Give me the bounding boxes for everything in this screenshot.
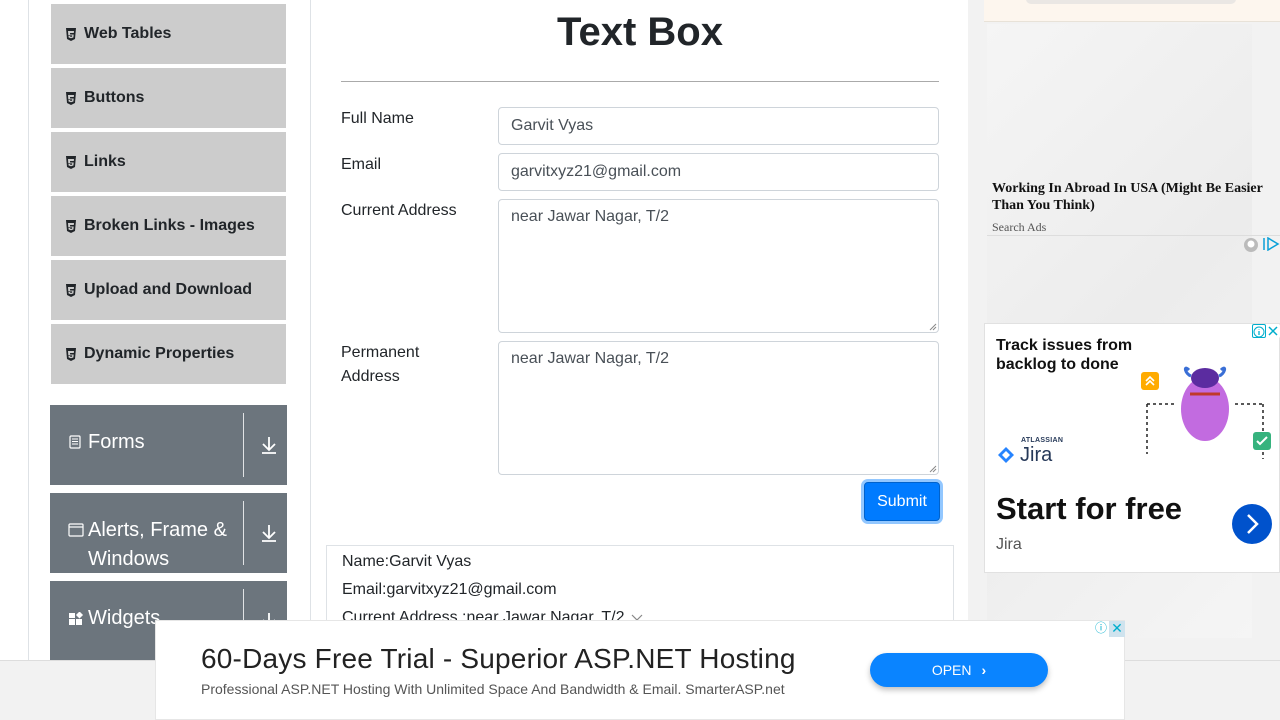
sidebar-item-label: Dynamic Properties: [84, 345, 235, 362]
current-address-textarea[interactable]: near Jawar Nagar, T/2: [498, 199, 939, 333]
chevron-right-icon: ›: [981, 662, 987, 678]
current-address-label: Current Address: [341, 202, 457, 219]
bottom-banner-ad[interactable]: 60-Days Free Trial - Superior ASP.NET Ho…: [155, 620, 1125, 720]
permanent-address-value: near Jawar Nagar, T/2: [511, 350, 670, 367]
ad-info-icon[interactable]: [1252, 324, 1266, 338]
check-icon: [1253, 432, 1271, 450]
sidebar-item-label: Upload and Download: [84, 281, 252, 298]
html5-icon: [66, 283, 76, 297]
full-name-input[interactable]: [498, 107, 939, 145]
permanent-address-label: Permanent Address: [341, 344, 420, 385]
adchoices-icon[interactable]: [1263, 237, 1280, 251]
current-address-value: near Jawar Nagar, T/2: [511, 208, 670, 225]
sidebar-group-label: Alerts, Frame & Windows: [88, 519, 227, 570]
html5-icon: [66, 91, 76, 105]
window-icon: [68, 523, 84, 537]
download-icon[interactable]: [260, 523, 278, 543]
download-icon[interactable]: [260, 435, 278, 455]
ad-info-icon[interactable]: ⓘ: [1093, 621, 1109, 637]
jira-ad-headline: Track issues from backlog to done: [996, 337, 1133, 373]
divider: [243, 413, 244, 477]
jira-go-button[interactable]: [1232, 504, 1272, 544]
ad-close-icon[interactable]: ✕: [1109, 621, 1125, 637]
sidebar-group-forms[interactable]: Forms: [50, 405, 287, 485]
output-name: Name:Garvit Vyas: [342, 553, 472, 570]
divider: [243, 501, 244, 565]
sidebar-item-broken-links[interactable]: Broken Links - Images: [51, 196, 286, 258]
bottom-ad-sub: Professional ASP.NET Hosting With Unlimi…: [201, 681, 785, 697]
resize-handle-icon[interactable]: [928, 464, 937, 473]
jira-brand: Jira: [1020, 444, 1053, 466]
jira-ad[interactable]: Track issues from backlog to done ATLASS…: [984, 323, 1280, 573]
sidebar-group-alerts[interactable]: Alerts, Frame & Windows: [50, 493, 287, 573]
submit-button[interactable]: Submit: [864, 482, 940, 521]
sidebar-item-label: Buttons: [84, 89, 145, 106]
ad-close-icon[interactable]: [1266, 324, 1280, 338]
jira-logo-icon: [998, 447, 1014, 463]
permanent-address-textarea[interactable]: near Jawar Nagar, T/2: [498, 341, 939, 475]
sidebar-item-upload-download[interactable]: Upload and Download: [51, 260, 286, 322]
resize-handle-icon[interactable]: [928, 322, 937, 331]
sidebar-item-links[interactable]: Links: [51, 132, 286, 194]
ad-top-strip: [984, 0, 1280, 22]
full-name-label: Full Name: [341, 110, 414, 127]
widgets-icon: [69, 612, 84, 625]
bug-illustration-icon: [1146, 366, 1264, 459]
side-ad-source[interactable]: Search Ads: [992, 220, 1046, 235]
side-ad-headline[interactable]: Working In Abroad In USA (Might Be Easie…: [992, 180, 1272, 214]
html5-icon: [66, 27, 76, 41]
sidebar-item-label: Web Tables: [84, 25, 172, 42]
output-email: Email:garvitxyz21@gmail.com: [342, 581, 557, 598]
jira-cta: Start for free: [996, 491, 1183, 526]
divider: [341, 81, 939, 82]
html5-icon: [66, 155, 76, 169]
page-title: Text Box: [557, 10, 723, 54]
sidebar-item-label: Links: [84, 153, 126, 170]
sidebar-item-label: Broken Links - Images: [84, 217, 255, 234]
left-panel: Web Tables Buttons Links Broken Links - …: [28, 0, 311, 660]
email-input[interactable]: [498, 153, 939, 191]
email-label: Email: [341, 156, 382, 173]
bottom-ad-open-button[interactable]: OPEN ›: [870, 653, 1048, 687]
sidebar-item-buttons[interactable]: Buttons: [51, 68, 286, 130]
jira-sub: Jira: [996, 536, 1022, 553]
sidebar-group-label: Forms: [88, 431, 145, 453]
document-icon: [69, 435, 81, 449]
sidebar-item-dynamic-properties[interactable]: Dynamic Properties: [51, 324, 286, 386]
bottom-ad-headline: 60-Days Free Trial - Superior ASP.NET Ho…: [201, 643, 796, 674]
output-panel: Name:Garvit Vyas Email:garvitxyz21@gmail…: [326, 545, 954, 626]
chevron-right-icon: [1247, 514, 1259, 534]
sidebar-item-web-tables[interactable]: Web Tables: [51, 4, 286, 66]
divider: [987, 235, 1280, 236]
atlassian-label: ATLASSIAN: [1021, 437, 1064, 444]
html5-icon: [66, 219, 76, 233]
html5-icon: [66, 347, 76, 361]
privacy-icon[interactable]: [1243, 237, 1259, 253]
